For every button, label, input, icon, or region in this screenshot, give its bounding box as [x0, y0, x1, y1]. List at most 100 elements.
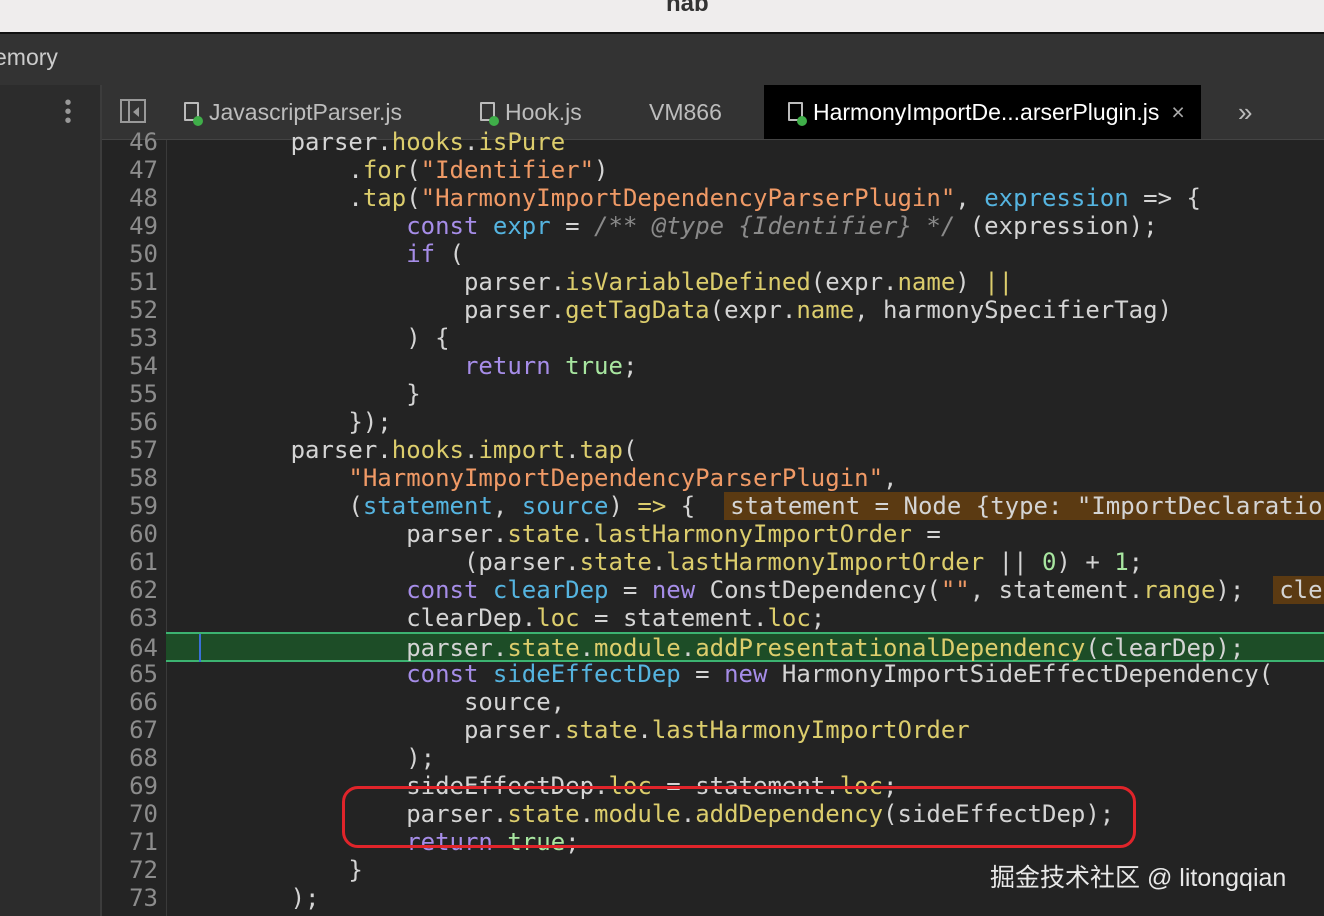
line-number[interactable]: 53	[102, 324, 158, 352]
line-number[interactable]: 57	[102, 436, 158, 464]
line-number[interactable]: 51	[102, 268, 158, 296]
line-number[interactable]: 73	[102, 884, 158, 912]
code-token: {	[666, 492, 725, 520]
code-token: ""	[940, 576, 970, 604]
code-line[interactable]: 54 return true;	[0, 352, 1324, 380]
line-number[interactable]: 72	[102, 856, 158, 884]
code-text: ) {	[175, 324, 449, 352]
code-line[interactable]: 67 parser.state.lastHarmonyImportOrder	[0, 716, 1324, 744]
code-line[interactable]: 66 source,	[0, 688, 1324, 716]
code-line[interactable]: 58 "HarmonyImportDependencyParserPlugin"…	[0, 464, 1324, 492]
code-token: .	[637, 716, 652, 744]
code-line[interactable]: 52 parser.getTagData(expr.name, harmonyS…	[0, 296, 1324, 324]
inline-value: clea	[1273, 576, 1324, 604]
code-token: return	[463, 352, 551, 380]
code-token: 0	[1041, 548, 1057, 576]
code-token: ||	[984, 548, 1042, 576]
code-text: .for("Identifier")	[175, 156, 608, 184]
line-number[interactable]: 48	[102, 184, 158, 212]
code-line[interactable]: 62 const clearDep = new ConstDependency(…	[0, 576, 1324, 604]
line-number[interactable]: 61	[102, 548, 158, 576]
code-token: (	[175, 492, 363, 520]
line-number[interactable]: 62	[102, 576, 158, 604]
code-token: );	[1215, 576, 1274, 604]
line-number[interactable]: 63	[102, 604, 158, 632]
code-line[interactable]: 51 parser.isVariableDefined(expr.name) |…	[0, 268, 1324, 296]
code-line[interactable]: 59 (statement, source) => { statement = …	[0, 492, 1324, 520]
line-number[interactable]: 67	[102, 716, 158, 744]
code-line[interactable]: 49 const expr = /** @type {Identifier} *…	[0, 212, 1324, 240]
code-token: )	[608, 492, 638, 520]
code-token: .	[565, 436, 580, 464]
toggle-sidebar-icon[interactable]	[120, 99, 146, 123]
code-line[interactable]: 60 parser.state.lastHarmonyImportOrder =	[0, 520, 1324, 548]
code-token: .	[680, 634, 696, 662]
line-number[interactable]: 65	[102, 660, 158, 688]
line-number[interactable]: 54	[102, 352, 158, 380]
line-number[interactable]: 47	[102, 156, 158, 184]
code-token: state	[507, 634, 580, 662]
code-text: parser.state.module.addPresentationalDep…	[175, 634, 1244, 662]
code-line[interactable]: 65 const sideEffectDep = new HarmonyImpo…	[0, 660, 1324, 688]
code-token: /** @type {Identifier} */	[594, 212, 956, 240]
code-text: const sideEffectDep = new HarmonyImportS…	[175, 660, 1273, 688]
code-line[interactable]: 53 ) {	[0, 324, 1324, 352]
line-number[interactable]: 50	[102, 240, 158, 268]
code-text: if (	[175, 240, 464, 268]
line-number[interactable]: 55	[102, 380, 158, 408]
code-token: ,	[955, 184, 985, 212]
code-line[interactable]: 57 parser.hooks.import.tap(	[0, 436, 1324, 464]
code-line[interactable]: 63 clearDep.loc = statement.loc;	[0, 604, 1324, 632]
line-number[interactable]: 66	[102, 688, 158, 716]
tab-label: JavascriptParser.js	[209, 99, 403, 125]
code-token: HarmonyImportSideEffectDependency(	[767, 660, 1274, 688]
code-text: parser.state.lastHarmonyImportOrder =	[175, 520, 941, 548]
code-token: hooks	[391, 128, 464, 156]
code-token: const	[406, 212, 479, 240]
code-line[interactable]: 50 if (	[0, 240, 1324, 268]
line-number[interactable]: 52	[102, 296, 158, 324]
code-token: source	[521, 492, 609, 520]
code-token: clearDep	[492, 576, 609, 604]
line-number[interactable]: 69	[102, 772, 158, 800]
code-token: =	[911, 520, 941, 548]
line-number[interactable]: 70	[102, 800, 158, 828]
code-token: statement	[362, 492, 493, 520]
code-token: }	[175, 380, 421, 408]
code-line[interactable]: 68 );	[0, 744, 1324, 772]
code-token: (	[406, 184, 421, 212]
code-line[interactable]: 61 (parser.state.lastHarmonyImportOrder …	[0, 548, 1324, 576]
line-number[interactable]: 64	[102, 634, 158, 662]
more-options-icon[interactable]: • • •	[64, 93, 72, 131]
code-text: (parser.state.lastHarmonyImportOrder || …	[175, 548, 1143, 576]
line-number[interactable]: 56	[102, 408, 158, 436]
line-number[interactable]: 71	[102, 828, 158, 856]
code-token: (clearDep);	[1085, 634, 1245, 662]
close-icon[interactable]: ×	[1171, 99, 1184, 125]
line-number[interactable]: 58	[102, 464, 158, 492]
line-number[interactable]: 49	[102, 212, 158, 240]
panel-tab-memory[interactable]: emory	[0, 44, 58, 71]
code-token: parser.	[175, 520, 508, 548]
code-token: parser.	[175, 436, 392, 464]
code-token: .	[175, 156, 363, 184]
code-line[interactable]: 64 parser.state.module.addPresentational…	[129, 632, 1324, 662]
code-token: =	[608, 576, 652, 604]
code-line[interactable]: 48 .tap("HarmonyImportDependencyParserPl…	[0, 184, 1324, 212]
line-number[interactable]: 60	[102, 520, 158, 548]
code-line[interactable]: 55 }	[0, 380, 1324, 408]
code-line[interactable]: 56 });	[0, 408, 1324, 436]
code-token: 1	[1114, 548, 1129, 576]
line-number[interactable]: 59	[102, 492, 158, 520]
code-line[interactable]: 46 parser.hooks.isPure	[0, 128, 1324, 156]
line-number[interactable]: 68	[102, 744, 158, 772]
code-line[interactable]: 47 .for("Identifier")	[0, 156, 1324, 184]
code-token: .	[579, 634, 595, 662]
line-number[interactable]: 46	[102, 128, 158, 156]
code-text: parser.state.lastHarmonyImportOrder	[175, 716, 970, 744]
